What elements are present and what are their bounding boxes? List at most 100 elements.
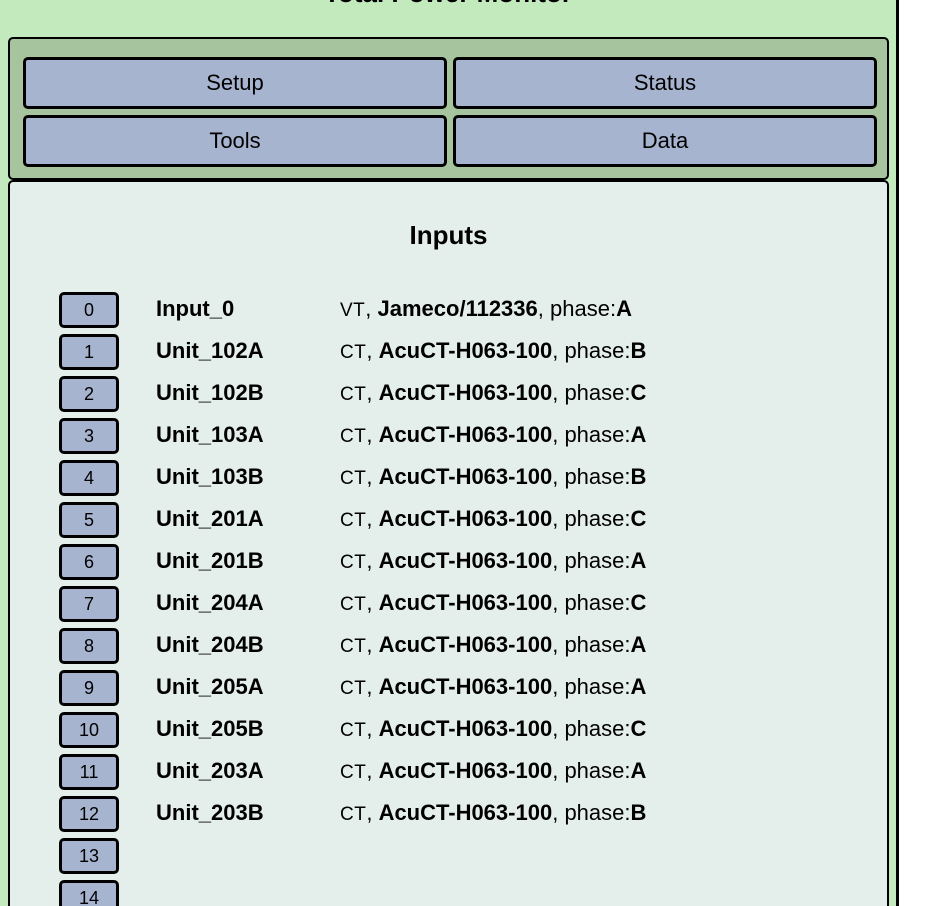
app-frame: Total Power Monitor Setup Status Tools D… (0, 0, 899, 906)
input-index-button[interactable]: 11 (59, 754, 119, 790)
input-phase: C (630, 506, 647, 531)
input-row: 4 Unit_103B CT, AcuCT-H063-100, phase:B (10, 460, 887, 496)
input-model: AcuCT-H063-100 (378, 506, 553, 531)
data-button[interactable]: Data (453, 115, 877, 167)
input-row: 10 Unit_205B CT, AcuCT-H063-100, phase:C (10, 712, 887, 748)
input-phase-label: phase: (564, 506, 631, 531)
input-description: CT, AcuCT-H063-100, phase:A (340, 674, 647, 699)
input-index-button[interactable]: 0 (59, 292, 119, 328)
input-description: VT, Jameco/112336, phase:A (340, 296, 632, 321)
nav-panel: Setup Status Tools Data (8, 37, 889, 180)
input-phase: A (630, 422, 647, 447)
input-index-button[interactable]: 3 (59, 418, 119, 454)
input-type: CT (340, 720, 367, 741)
input-row: 0 Input_0 VT, Jameco/112336, phase:A (10, 292, 887, 328)
input-row: 11 Unit_203A CT, AcuCT-H063-100, phase:A (10, 754, 887, 790)
input-index-button[interactable]: 6 (59, 544, 119, 580)
input-phase-label: phase: (564, 380, 631, 405)
input-index-button[interactable]: 14 (59, 880, 119, 906)
input-description: CT, AcuCT-H063-100, phase:A (340, 632, 647, 657)
input-name: Unit_205A (156, 674, 264, 699)
input-description: CT, AcuCT-H063-100, phase:A (340, 548, 647, 573)
input-name: Unit_103B (156, 464, 264, 489)
input-model: AcuCT-H063-100 (378, 632, 553, 657)
input-index-button[interactable]: 13 (59, 838, 119, 874)
input-phase-label: phase: (564, 800, 631, 825)
input-row: 8 Unit_204B CT, AcuCT-H063-100, phase:A (10, 628, 887, 664)
input-index-button[interactable]: 10 (59, 712, 119, 748)
input-type: CT (340, 594, 367, 615)
input-phase: C (630, 380, 647, 405)
input-phase-label: phase: (564, 590, 631, 615)
input-type: CT (340, 468, 367, 489)
input-phase: B (630, 464, 647, 489)
inputs-panel: Inputs 0 Input_0 VT, Jameco/112336, phase:… (8, 180, 889, 906)
input-model: AcuCT-H063-100 (378, 590, 553, 615)
input-phase-label: phase: (564, 548, 631, 573)
input-model: AcuCT-H063-100 (378, 800, 553, 825)
input-row: 14 (10, 880, 887, 906)
input-phase-label: phase: (550, 296, 617, 321)
input-phase: A (630, 632, 647, 657)
input-model: AcuCT-H063-100 (378, 338, 553, 363)
input-description: CT, AcuCT-H063-100, phase:C (340, 380, 647, 405)
input-phase: A (630, 758, 647, 783)
input-name: Unit_102A (156, 338, 264, 363)
input-phase-label: phase: (564, 716, 631, 741)
input-phase-label: phase: (564, 758, 631, 783)
input-type: CT (340, 636, 367, 657)
input-row: 13 (10, 838, 887, 874)
input-type: CT (340, 678, 367, 699)
app-title: Total Power Monitor (0, 0, 896, 8)
input-phase-label: phase: (564, 338, 631, 363)
input-index-button[interactable]: 12 (59, 796, 119, 832)
input-phase: C (630, 590, 647, 615)
input-name: Unit_203A (156, 758, 264, 783)
input-row: 7 Unit_204A CT, AcuCT-H063-100, phase:C (10, 586, 887, 622)
input-type: CT (340, 804, 367, 825)
input-row: 1 Unit_102A CT, AcuCT-H063-100, phase:B (10, 334, 887, 370)
input-name: Unit_205B (156, 716, 264, 741)
input-description: CT, AcuCT-H063-100, phase:C (340, 506, 647, 531)
input-index-button[interactable]: 7 (59, 586, 119, 622)
input-description: CT, AcuCT-H063-100, phase:B (340, 338, 647, 363)
input-name: Input_0 (156, 296, 235, 321)
input-row: 9 Unit_205A CT, AcuCT-H063-100, phase:A (10, 670, 887, 706)
input-type: CT (340, 342, 367, 363)
input-phase: A (616, 296, 632, 321)
input-description: CT, AcuCT-H063-100, phase:A (340, 758, 647, 783)
input-index-button[interactable]: 5 (59, 502, 119, 538)
input-phase-label: phase: (564, 464, 631, 489)
input-type: CT (340, 552, 367, 573)
input-index-button[interactable]: 4 (59, 460, 119, 496)
inputs-title: Inputs (409, 220, 488, 250)
input-model: AcuCT-H063-100 (378, 464, 553, 489)
input-type: CT (340, 384, 367, 405)
input-type: CT (340, 510, 367, 531)
input-description: CT, AcuCT-H063-100, phase:B (340, 800, 647, 825)
input-row: 2 Unit_102B CT, AcuCT-H063-100, phase:C (10, 376, 887, 412)
input-description: CT, AcuCT-H063-100, phase:C (340, 590, 647, 615)
input-phase: C (630, 716, 647, 741)
input-name: Unit_204B (156, 632, 264, 657)
input-description: CT, AcuCT-H063-100, phase:A (340, 422, 647, 447)
input-model: AcuCT-H063-100 (378, 422, 553, 447)
input-name: Unit_201B (156, 548, 264, 573)
input-model: AcuCT-H063-100 (378, 674, 553, 699)
input-index-button[interactable]: 8 (59, 628, 119, 664)
input-index-button[interactable]: 9 (59, 670, 119, 706)
input-name: Unit_102B (156, 380, 264, 405)
input-phase: A (630, 548, 647, 573)
tools-button[interactable]: Tools (23, 115, 447, 167)
input-description: CT, AcuCT-H063-100, phase:C (340, 716, 647, 741)
input-index-button[interactable]: 2 (59, 376, 119, 412)
input-model: Jameco/112336 (377, 296, 538, 321)
input-model: AcuCT-H063-100 (378, 380, 553, 405)
setup-button[interactable]: Setup (23, 57, 447, 109)
input-index-button[interactable]: 1 (59, 334, 119, 370)
input-phase-label: phase: (564, 674, 631, 699)
input-name: Unit_203B (156, 800, 264, 825)
input-description: CT, AcuCT-H063-100, phase:B (340, 464, 647, 489)
input-row: 5 Unit_201A CT, AcuCT-H063-100, phase:C (10, 502, 887, 538)
status-button[interactable]: Status (453, 57, 877, 109)
